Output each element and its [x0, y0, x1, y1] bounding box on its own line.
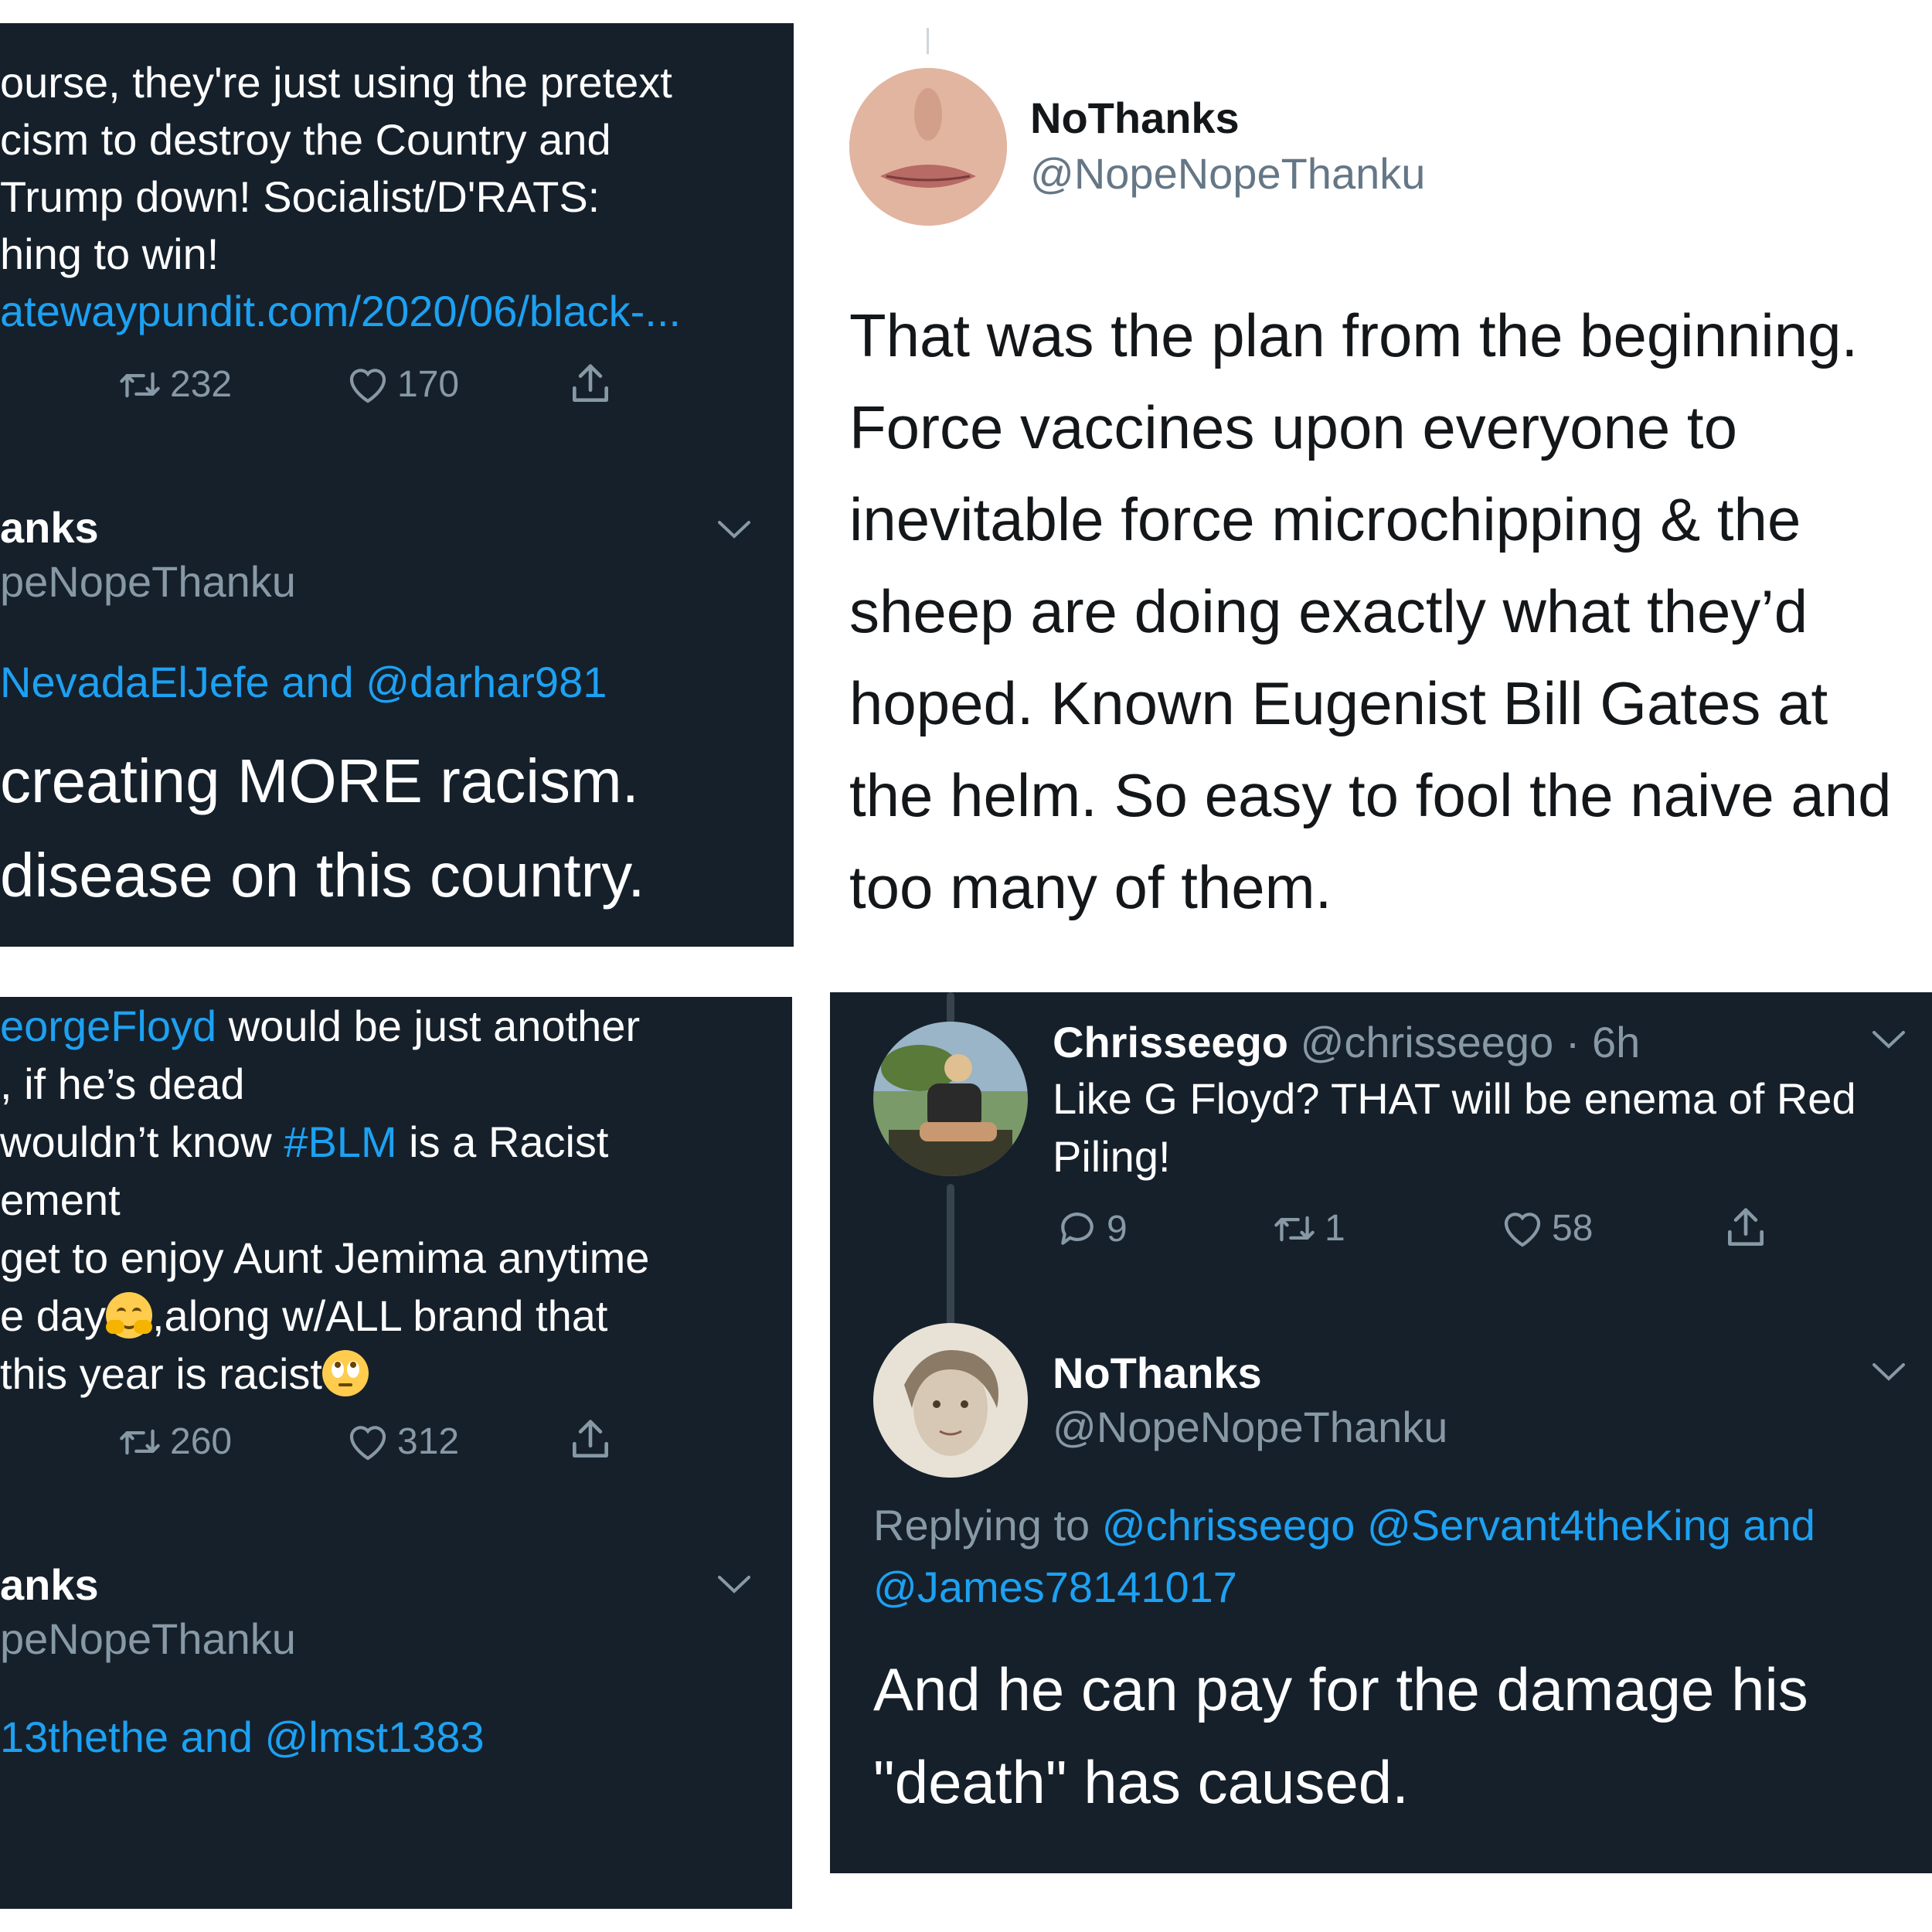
reply-text-line: creating MORE racism. [0, 747, 639, 815]
tweet-text-line: That was the plan from the beginning. [849, 301, 1859, 369]
like-icon [349, 368, 386, 403]
tweet-text: is a Racist [396, 1117, 609, 1166]
tweet-text-line: get to enjoy Aunt Jemima anytime [0, 1233, 650, 1282]
replying-label: Replying to [873, 1501, 1102, 1549]
avatar-image [873, 1022, 1028, 1176]
share-icon [1728, 1208, 1764, 1246]
like-count: 170 [397, 364, 460, 405]
chevron-down-icon[interactable] [715, 518, 753, 541]
retweet-button[interactable]: 260 [117, 1420, 232, 1463]
retweet-button[interactable]: 232 [117, 363, 232, 406]
eye-roll-emoji-icon [322, 1350, 369, 1396]
reply-mentions[interactable]: 13thethe and @lmst1383 [0, 1712, 485, 1762]
like-button[interactable]: 58 [1501, 1207, 1593, 1250]
author-name[interactable]: NoThanks [1030, 93, 1240, 143]
reply-mentions[interactable]: @chrisseego @Servant4theKing and [1102, 1501, 1815, 1549]
avatar-image [873, 1323, 1028, 1478]
tweet-link[interactable]: atewaypundit.com/2020/06/black-... [0, 283, 681, 340]
reply-count: 9 [1107, 1208, 1128, 1250]
like-count: 312 [397, 1421, 460, 1462]
retweet-icon [120, 1429, 160, 1454]
tweet-text-line: hoped. Known Eugenist Bill Gates at [849, 669, 1828, 737]
tweet-text: e day [0, 1291, 106, 1340]
like-button[interactable]: 170 [346, 363, 459, 406]
author-name[interactable]: NoThanks [1053, 1348, 1262, 1398]
tweet-text-line: "death" has caused. [873, 1748, 1409, 1816]
hashtag-link[interactable]: #BLM [284, 1117, 396, 1166]
author-name[interactable]: anks [0, 1560, 99, 1610]
tweet-text-line: Force vaccines upon everyone to [849, 393, 1737, 461]
reply-button[interactable]: 9 [1056, 1207, 1128, 1250]
retweet-count: 232 [170, 364, 233, 405]
tweet-text-line: too many of them. [849, 853, 1332, 921]
share-button[interactable] [1722, 1204, 1770, 1256]
like-count: 58 [1552, 1208, 1594, 1249]
author-handle[interactable]: peNopeThanku [0, 556, 296, 607]
retweet-count: 260 [170, 1421, 233, 1462]
tweet-text-line: ourse, they're just using the pretext [0, 58, 672, 107]
share-button[interactable] [566, 1416, 614, 1468]
tweet-text-line: hing to win! [0, 230, 219, 278]
author-handle[interactable]: peNopeThanku [0, 1614, 296, 1664]
retweet-count: 1 [1325, 1208, 1345, 1249]
tweet-text-line: , if he’s dead [0, 1060, 245, 1108]
thread-line [947, 1184, 954, 1343]
retweet-button[interactable]: 1 [1272, 1207, 1345, 1250]
avatar[interactable] [849, 68, 1007, 226]
tweet-text-line: Like G Floyd? THAT will be enema of Red [1053, 1074, 1856, 1123]
chevron-down-icon[interactable] [715, 1573, 753, 1596]
tweet-panel-bottom-right: Chrisseego @chrisseego · 6h Like G Floyd… [830, 992, 1932, 1873]
reply-mentions[interactable]: @James78141017 [873, 1556, 1815, 1618]
tweet-text: wouldn’t know [0, 1117, 284, 1166]
tweet-text-line: sheep are doing exactly what they’d [849, 577, 1808, 645]
tweet-panel-top-right: NoThanks @NopeNopeThanku That was the pl… [821, 0, 1932, 958]
tweet-text: ,along w/ALL brand that [152, 1291, 608, 1340]
author-handle[interactable]: @NopeNopeThanku [1053, 1402, 1447, 1452]
avatar[interactable] [873, 1022, 1028, 1176]
author-name[interactable]: Chrisseego [1053, 1018, 1288, 1066]
chevron-down-icon[interactable] [1869, 1360, 1908, 1383]
like-icon [349, 1425, 386, 1460]
tweet-text-line: this year is racist [0, 1345, 649, 1403]
thread-line [927, 28, 929, 54]
tweet-text-line: Trump down! Socialist/D'RATS: [0, 172, 600, 221]
tweet-meta: @chrisseego · 6h [1300, 1018, 1641, 1066]
author-name[interactable]: anks [0, 502, 99, 553]
tweet-text: would be just another [216, 1002, 641, 1050]
tweet-text-line: eorgeFloyd would be just another [0, 997, 649, 1055]
hashtag-link[interactable]: eorgeFloyd [0, 1002, 216, 1050]
tweet-text-line: wouldn’t know #BLM is a Racist [0, 1113, 649, 1171]
reply-text-line: disease on this country. [0, 841, 645, 910]
hugging-face-emoji-icon [106, 1292, 152, 1338]
share-icon [573, 364, 608, 402]
share-button[interactable] [566, 360, 614, 412]
tweet-text-line: cism to destroy the Country and [0, 115, 611, 164]
author-handle[interactable]: @NopeNopeThanku [1030, 148, 1425, 199]
tweet-text-line: e day ,along w/ALL brand that [0, 1287, 649, 1345]
like-button[interactable]: 312 [346, 1420, 459, 1463]
tweet-panel-bottom-left: eorgeFloyd would be just another , if he… [0, 997, 792, 1909]
tweet-text: this year is racist [0, 1349, 322, 1398]
retweet-icon [120, 372, 160, 397]
avatar-image [849, 68, 1007, 226]
avatar[interactable] [873, 1323, 1028, 1478]
reply-icon [1061, 1213, 1094, 1245]
thread-line [947, 992, 954, 1023]
share-icon [573, 1420, 608, 1458]
replying-to-line: Replying to @chrisseego @Servant4theKing… [873, 1495, 1815, 1556]
tweet-text-line: Piling! [1053, 1132, 1171, 1181]
tweet-text-line: And he can pay for the damage his [873, 1655, 1808, 1723]
chevron-down-icon[interactable] [1869, 1028, 1908, 1051]
retweet-icon [1274, 1216, 1315, 1241]
tweet-text-line: the helm. So easy to fool the naive and [849, 761, 1892, 829]
reply-mentions[interactable]: NevadaElJefe and @darhar981 [0, 657, 607, 707]
tweet-panel-top-left: ourse, they're just using the pretext ci… [0, 23, 794, 947]
tweet-text-line: ement [0, 1175, 121, 1224]
tweet-text-line: inevitable force microchipping & the [849, 485, 1801, 553]
like-icon [1504, 1212, 1541, 1247]
